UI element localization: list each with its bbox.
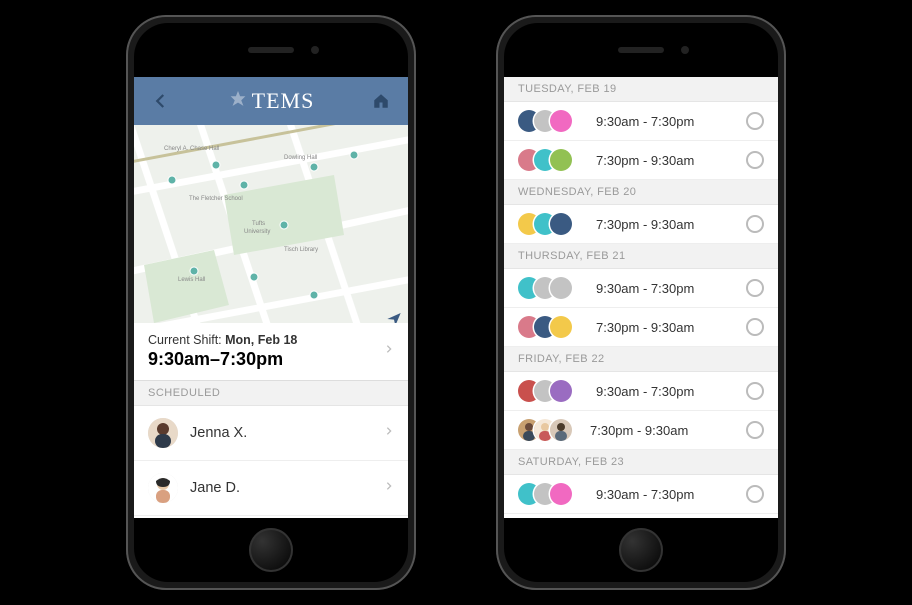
slot-time: 9:30am - 7:30pm xyxy=(586,384,732,399)
member-dots xyxy=(518,213,572,235)
select-radio[interactable] xyxy=(746,215,764,233)
select-radio[interactable] xyxy=(746,421,764,439)
member-dot xyxy=(550,483,572,505)
member-dot xyxy=(550,213,572,235)
member-dot xyxy=(550,149,572,171)
member-dot xyxy=(550,277,572,299)
shift-slot-row[interactable]: 7:30pm - 9:30am xyxy=(504,205,778,244)
logo-icon xyxy=(228,91,248,111)
device-home-button[interactable] xyxy=(249,528,293,572)
person-name: Jane D. xyxy=(190,480,384,496)
select-radio[interactable] xyxy=(746,112,764,130)
device-bezel-bottom xyxy=(134,518,408,582)
select-radio[interactable] xyxy=(746,151,764,169)
svg-text:Tisch Library: Tisch Library xyxy=(284,247,318,253)
member-dots xyxy=(518,149,572,171)
device-bezel-bottom xyxy=(504,518,778,582)
current-shift-label: Current Shift: Mon, Feb 18 xyxy=(148,333,384,347)
select-radio[interactable] xyxy=(746,318,764,336)
slot-time: 7:30pm - 9:30am xyxy=(586,320,732,335)
svg-text:Tufts: Tufts xyxy=(252,221,265,227)
scheduled-heading: SCHEDULED xyxy=(134,381,408,406)
svg-text:Lewis Hall: Lewis Hall xyxy=(178,277,205,283)
day-heading: WEDNESDAY, FEB 20 xyxy=(504,180,778,205)
home-button[interactable] xyxy=(370,90,392,112)
shift-slot-row[interactable]: 9:30am - 7:30pm xyxy=(504,372,778,411)
member-dots xyxy=(518,380,572,402)
member-dot xyxy=(550,316,572,338)
member-dot xyxy=(550,380,572,402)
select-radio[interactable] xyxy=(746,279,764,297)
shift-slot-row[interactable]: 7:30pm - 9:30am xyxy=(504,411,778,450)
svg-text:Dowling Hall: Dowling Hall xyxy=(284,155,317,161)
device-bezel-top xyxy=(134,23,408,77)
avatar xyxy=(148,418,178,448)
device-home-button[interactable] xyxy=(619,528,663,572)
person-row[interactable]: Jenna X. xyxy=(134,406,408,461)
app-screen-left: TEMS xyxy=(134,77,408,518)
svg-text:Cheryl A. Chase Hall: Cheryl A. Chase Hall xyxy=(164,146,219,152)
chevron-right-icon xyxy=(384,424,394,443)
day-heading: SATURDAY, FEB 23 xyxy=(504,450,778,475)
device-bezel-top xyxy=(504,23,778,77)
member-dot xyxy=(550,110,572,132)
shift-slot-row[interactable]: 7:30pm - 9:30am xyxy=(504,308,778,347)
member-dots xyxy=(518,110,572,132)
member-dots xyxy=(518,316,572,338)
back-button[interactable] xyxy=(150,90,172,112)
app-screen-right: TUESDAY, FEB 19 9:30am - 7:30pm 7:30pm - 9… xyxy=(504,77,778,518)
shift-slot-row[interactable]: 9:30am - 7:30pm xyxy=(504,269,778,308)
avatar xyxy=(550,419,572,441)
app-title: TEMS xyxy=(228,88,315,114)
member-dots xyxy=(518,483,572,505)
slot-time: 9:30am - 7:30pm xyxy=(586,487,732,502)
map-view[interactable]: Cheryl A. Chase Hall Dowling Hall Tufts … xyxy=(134,125,408,323)
current-shift-row[interactable]: Current Shift: Mon, Feb 18 9:30am–7:30pm xyxy=(134,323,408,381)
shift-slot-row[interactable]: 7:30pm - 9:30am xyxy=(504,141,778,180)
home-icon xyxy=(372,92,390,110)
member-dots xyxy=(518,419,566,441)
person-row[interactable]: Jane D. xyxy=(134,461,408,516)
phone-mockup-left: TEMS xyxy=(126,15,416,590)
chevron-right-icon xyxy=(384,342,394,361)
avatar xyxy=(148,473,178,503)
shift-slot-row[interactable]: 9:30am - 7:30pm xyxy=(504,102,778,141)
slot-time: 7:30pm - 9:30am xyxy=(586,217,732,232)
app-header: TEMS xyxy=(134,77,408,125)
slot-time: 7:30pm - 9:30am xyxy=(580,423,732,438)
svg-text:University: University xyxy=(244,229,270,235)
day-heading: THURSDAY, FEB 21 xyxy=(504,244,778,269)
svg-text:The Fletcher School: The Fletcher School xyxy=(189,196,243,202)
member-dots xyxy=(518,277,572,299)
chevron-left-icon xyxy=(152,92,170,110)
slot-time: 9:30am - 7:30pm xyxy=(586,114,732,129)
slot-time: 9:30am - 7:30pm xyxy=(586,281,732,296)
person-name: Jenna X. xyxy=(190,425,384,441)
shift-slot-row[interactable]: 9:30am - 7:30pm xyxy=(504,475,778,514)
slot-time: 7:30pm - 9:30am xyxy=(586,153,732,168)
day-heading: TUESDAY, FEB 19 xyxy=(504,77,778,102)
current-shift-time: 9:30am–7:30pm xyxy=(148,349,384,370)
select-radio[interactable] xyxy=(746,485,764,503)
phone-mockup-right: TUESDAY, FEB 19 9:30am - 7:30pm 7:30pm - 9… xyxy=(496,15,786,590)
chevron-right-icon xyxy=(384,479,394,498)
select-radio[interactable] xyxy=(746,382,764,400)
day-heading: FRIDAY, FEB 22 xyxy=(504,347,778,372)
app-title-text: TEMS xyxy=(252,88,315,114)
